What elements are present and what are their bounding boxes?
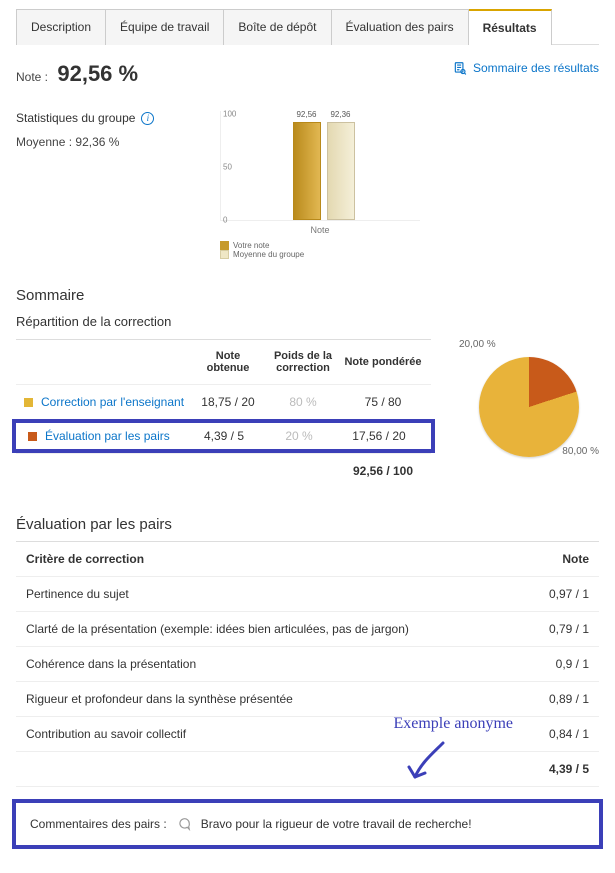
criterion-score: 0,84 / 1 — [549, 727, 589, 741]
grade-value: 92,56 % — [57, 61, 138, 86]
bar-value-label: 92,56 — [296, 110, 316, 119]
grade-display: Note : 92,56 % — [16, 61, 138, 87]
marker-icon — [24, 398, 33, 407]
group-stats-title: Statistiques du groupe i — [16, 111, 154, 125]
bar-0: 92,56 — [293, 122, 321, 220]
bar-chart-ytick: 50 — [223, 163, 232, 172]
bar-chart-ytick: 0 — [223, 216, 227, 225]
peer-comment-text: Bravo pour la rigueur de votre travail d… — [201, 817, 472, 831]
table-row: Cohérence dans la présentation 0,9 / 1 — [16, 647, 599, 682]
peer-comment-box: Commentaires des pairs : Bravo pour la r… — [12, 799, 603, 849]
bar-chart: 05010092,5692,36 Note Votre note Moyenne… — [220, 111, 420, 259]
repartition-table: Note obtenue Poids de la correction Note… — [16, 339, 431, 488]
bar-value-label: 92,36 — [330, 110, 350, 119]
pie-label-1: 80,00 % — [562, 446, 599, 457]
row-teacher-obtained: 18,75 / 20 — [193, 395, 263, 409]
row-peer-link[interactable]: Évaluation par les pairs — [45, 429, 170, 443]
table-row: Pertinence du sujet 0,97 / 1 — [16, 577, 599, 612]
rep-col-weighted: Note pondérée — [343, 356, 423, 368]
table-row: Correction par l'enseignant 18,75 / 20 8… — [16, 384, 431, 419]
row-peer-weighted: 17,56 / 20 — [339, 429, 419, 443]
grade-label: Note : — [16, 70, 48, 84]
criterion-score: 0,97 / 1 — [549, 587, 589, 601]
crit-col-label: Critère de correction — [26, 552, 144, 566]
row-peer-weight: 20 % — [259, 429, 339, 443]
row-teacher-weight: 80 % — [263, 395, 343, 409]
pie-graphic — [479, 357, 579, 457]
group-avg-value: 92,36 % — [75, 135, 119, 149]
repartition-total: 92,56 / 100 — [343, 464, 423, 478]
bar-1: 92,36 — [327, 122, 355, 220]
bar-chart-xlabel: Note — [220, 225, 420, 235]
criterion-label: Cohérence dans la présentation — [26, 657, 196, 671]
tab-peer-eval[interactable]: Évaluation des pairs — [332, 9, 469, 45]
table-row: Rigueur et profondeur dans la synthèse p… — [16, 682, 599, 717]
document-icon — [453, 61, 467, 75]
arrow-icon — [403, 737, 451, 785]
tab-description[interactable]: Description — [16, 9, 106, 45]
criterion-score: 0,79 / 1 — [549, 622, 589, 636]
summary-link-label: Sommaire des résultats — [473, 61, 599, 75]
section-peer-eval: Évaluation par les pairs — [16, 516, 599, 533]
legend-swatch-gold — [220, 241, 229, 250]
section-sommaire: Sommaire — [16, 287, 599, 304]
table-row: Clarté de la présentation (exemple: idée… — [16, 612, 599, 647]
criterion-score: 0,9 / 1 — [556, 657, 589, 671]
speech-bubble-icon — [177, 817, 191, 831]
tab-dropbox[interactable]: Boîte de dépôt — [224, 9, 331, 45]
row-teacher-link[interactable]: Correction par l'enseignant — [41, 395, 184, 409]
info-icon[interactable]: i — [141, 112, 154, 125]
marker-icon — [28, 432, 37, 441]
tab-results[interactable]: Résultats — [469, 9, 552, 45]
crit-col-note: Note — [562, 552, 589, 566]
legend-label-1: Moyenne du groupe — [233, 250, 304, 259]
rep-col-weight: Poids de la correction — [263, 350, 343, 374]
criteria-total: 4,39 / 5 — [549, 762, 589, 776]
legend-swatch-beige — [220, 250, 229, 259]
criterion-label: Pertinence du sujet — [26, 587, 129, 601]
group-avg: Moyenne : 92,36 % — [16, 135, 196, 149]
pie-chart: 20,00 % 80,00 % — [459, 339, 599, 457]
summary-link[interactable]: Sommaire des résultats — [453, 61, 599, 75]
criteria-table: Critère de correction Note Pertinence du… — [16, 541, 599, 787]
repartition-heading: Répartition de la correction — [16, 314, 599, 329]
annotation-text: Exemple anonyme — [393, 715, 513, 733]
group-stats-title-text: Statistiques du groupe — [16, 111, 135, 125]
legend-label-0: Votre note — [233, 241, 269, 250]
criterion-label: Contribution au savoir collectif — [26, 727, 186, 741]
bar-chart-legend: Votre note Moyenne du groupe — [220, 241, 420, 259]
row-peer-obtained: 4,39 / 5 — [189, 429, 259, 443]
tab-team[interactable]: Équipe de travail — [106, 9, 224, 45]
bar-chart-ytick: 100 — [223, 110, 236, 119]
criterion-score: 0,89 / 1 — [549, 692, 589, 706]
rep-col-obtained: Note obtenue — [193, 350, 263, 374]
row-teacher-weighted: 75 / 80 — [343, 395, 423, 409]
criterion-label: Rigueur et profondeur dans la synthèse p… — [26, 692, 293, 706]
tabs-bar: Description Équipe de travail Boîte de d… — [16, 8, 599, 45]
peer-comment-label: Commentaires des pairs : — [30, 817, 167, 831]
group-avg-label: Moyenne : — [16, 135, 72, 149]
pie-label-0: 20,00 % — [459, 339, 496, 350]
criterion-label: Clarté de la présentation (exemple: idée… — [26, 622, 409, 636]
table-row-highlighted: Évaluation par les pairs 4,39 / 5 20 % 1… — [12, 419, 435, 453]
